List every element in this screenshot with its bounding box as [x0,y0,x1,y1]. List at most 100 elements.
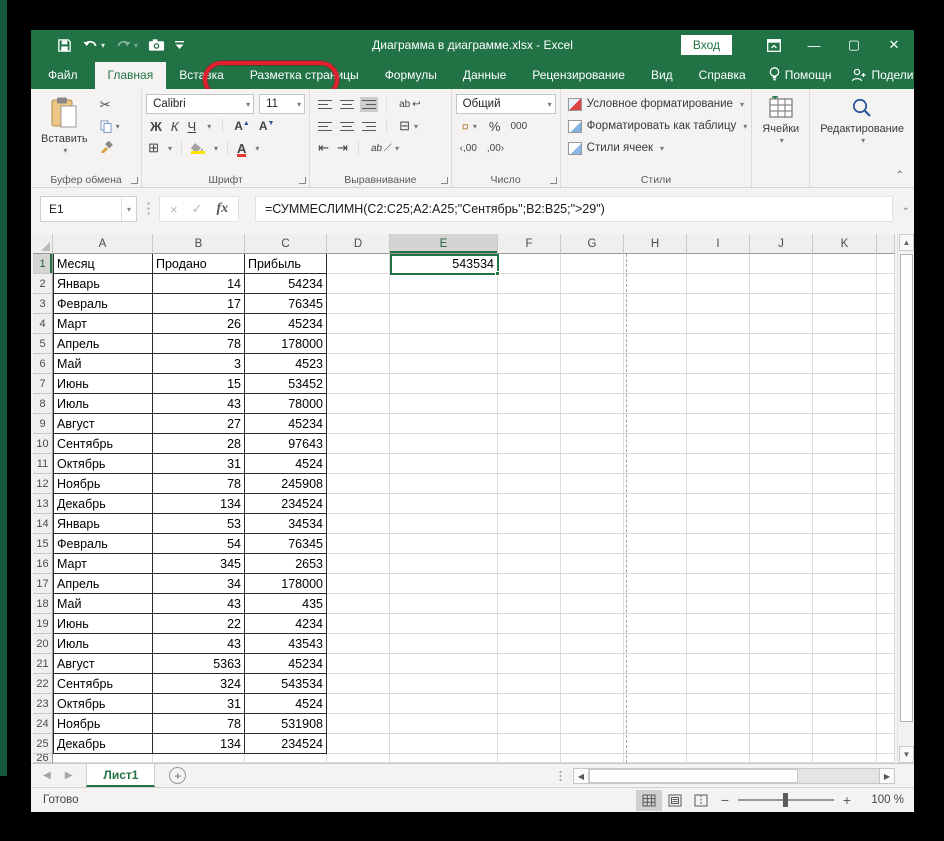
cell-D5[interactable] [327,334,390,354]
cell-B8[interactable]: 43 [153,394,245,414]
row-header-21[interactable]: 21 [33,654,53,674]
cell-B21[interactable]: 5363 [153,654,245,674]
cell-B18[interactable]: 43 [153,594,245,614]
cell-C1[interactable]: Прибыль [245,254,327,274]
cell-F24[interactable] [498,714,561,734]
cell-E14[interactable] [390,514,498,534]
cell-G9[interactable] [561,414,624,434]
cell-C22[interactable]: 543534 [245,674,327,694]
row-header-4[interactable]: 4 [33,314,53,334]
cell-G24[interactable] [561,714,624,734]
add-sheet-button[interactable]: + [169,767,186,784]
cell-G6[interactable] [561,354,624,374]
cell-G13[interactable] [561,494,624,514]
cell-C5[interactable]: 178000 [245,334,327,354]
conditional-formatting-button[interactable]: Условное форматирование▾ [568,94,748,114]
cell-G8[interactable] [561,394,624,414]
cell-E16[interactable] [390,554,498,574]
cell-B9[interactable]: 27 [153,414,245,434]
cell-B12[interactable]: 78 [153,474,245,494]
cell-F11[interactable] [498,454,561,474]
cell-G14[interactable] [561,514,624,534]
cut-button[interactable]: ✂ [98,96,122,114]
cell-G22[interactable] [561,674,624,694]
cell-A22[interactable]: Сентябрь [53,674,153,694]
cell-B13[interactable]: 134 [153,494,245,514]
cell-C26[interactable] [245,754,327,763]
cell-B6[interactable]: 3 [153,354,245,374]
row-header-25[interactable]: 25 [33,734,53,754]
cell-I22[interactable] [687,674,750,694]
cell-K16[interactable] [813,554,877,574]
cell-G2[interactable] [561,274,624,294]
cell-K23[interactable] [813,694,877,714]
cell-B24[interactable]: 78 [153,714,245,734]
assistant-entry[interactable]: Помощн [759,61,842,89]
cell-C4[interactable]: 45234 [245,314,327,334]
next-sheet-icon[interactable]: ▶ [65,770,73,781]
cell-G11[interactable] [561,454,624,474]
cell-A10[interactable]: Сентябрь [53,434,153,454]
cell-C10[interactable]: 97643 [245,434,327,454]
cell-B16[interactable]: 345 [153,554,245,574]
cell-F22[interactable] [498,674,561,694]
cell-F2[interactable] [498,274,561,294]
cell-K17[interactable] [813,574,877,594]
cell-D7[interactable] [327,374,390,394]
cell-J14[interactable] [750,514,813,534]
cell-D23[interactable] [327,694,390,714]
number-format-combobox[interactable]: Общий▾ [456,94,556,114]
cell-B4[interactable]: 26 [153,314,245,334]
cell-H9[interactable] [624,414,687,434]
cell-H2[interactable] [624,274,687,294]
align-right-icon[interactable] [362,121,376,132]
alignment-dialog-launcher[interactable] [441,177,448,184]
cell-E23[interactable] [390,694,498,714]
scroll-down-icon[interactable]: ▼ [899,746,914,763]
cell-D12[interactable] [327,474,390,494]
cell-I21[interactable] [687,654,750,674]
cell-F25[interactable] [498,734,561,754]
cell-A8[interactable]: Июль [53,394,153,414]
cell-A19[interactable]: Июнь [53,614,153,634]
ribbon-display-options-icon[interactable] [754,30,794,60]
cell-I8[interactable] [687,394,750,414]
cell-K6[interactable] [813,354,877,374]
cell-J15[interactable] [750,534,813,554]
cell-A17[interactable]: Апрель [53,574,153,594]
cell-D14[interactable] [327,514,390,534]
cell-E21[interactable] [390,654,498,674]
cell-G17[interactable] [561,574,624,594]
merge-center-button[interactable]: ⊟▾ [397,117,420,135]
cell-K21[interactable] [813,654,877,674]
cell-H11[interactable] [624,454,687,474]
percent-style-button[interactable]: % [489,119,501,134]
cell-D8[interactable] [327,394,390,414]
cell-J13[interactable] [750,494,813,514]
underline-button[interactable]: Ч [188,119,197,134]
wrap-text-button[interactable]: ab↩ [397,95,423,113]
insert-function-button[interactable]: fx [217,201,229,217]
cell-J18[interactable] [750,594,813,614]
cell-H21[interactable] [624,654,687,674]
cell-G23[interactable] [561,694,624,714]
cell-G3[interactable] [561,294,624,314]
cell-A12[interactable]: Ноябрь [53,474,153,494]
page-layout-view-button[interactable] [662,790,688,811]
cell-E4[interactable] [390,314,498,334]
cell-K22[interactable] [813,674,877,694]
cell-I6[interactable] [687,354,750,374]
cell-H17[interactable] [624,574,687,594]
cell-A3[interactable]: Февраль [53,294,153,314]
row-header-1[interactable]: 1 [33,254,53,274]
tab-view[interactable]: Вид [638,62,686,89]
cell-H10[interactable] [624,434,687,454]
cell-G1[interactable] [561,254,624,274]
cell-F15[interactable] [498,534,561,554]
cell-E20[interactable] [390,634,498,654]
align-bottom-icon[interactable] [362,99,376,110]
cell-E17[interactable] [390,574,498,594]
cell-H23[interactable] [624,694,687,714]
cell-E22[interactable] [390,674,498,694]
cell-E15[interactable] [390,534,498,554]
